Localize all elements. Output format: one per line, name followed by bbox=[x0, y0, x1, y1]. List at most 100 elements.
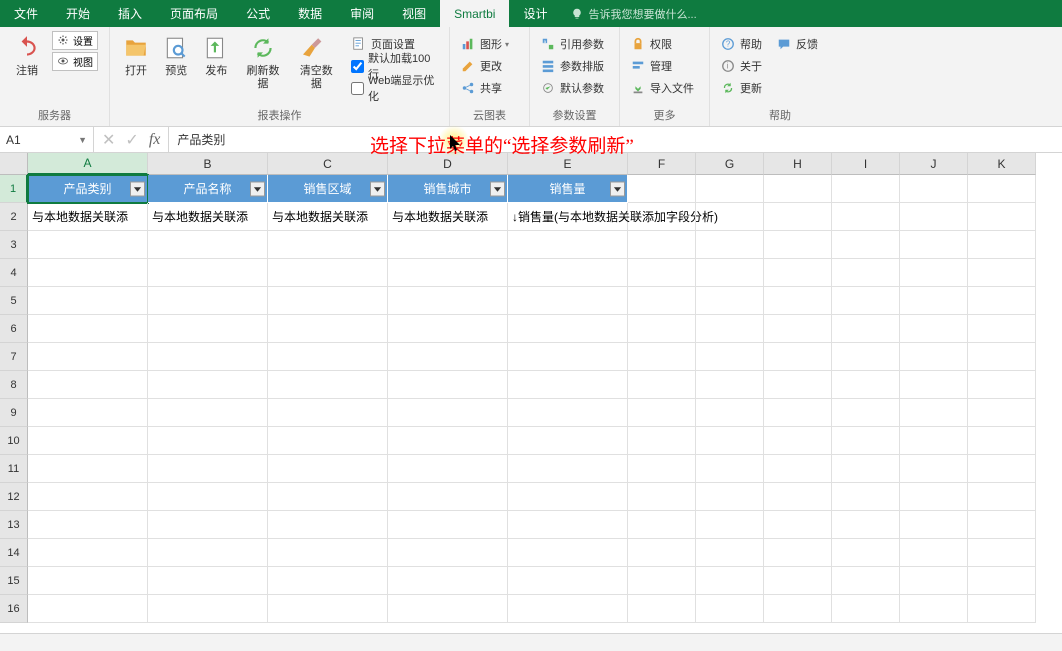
cell-B15[interactable] bbox=[148, 567, 268, 595]
cell-D1[interactable]: 销售城市 bbox=[388, 175, 508, 203]
cell-F5[interactable] bbox=[628, 287, 696, 315]
cell-H13[interactable] bbox=[764, 511, 832, 539]
cell-K3[interactable] bbox=[968, 231, 1036, 259]
cell-C2[interactable]: 与本地数据关联添 bbox=[268, 203, 388, 231]
cell-I14[interactable] bbox=[832, 539, 900, 567]
row-header-5[interactable]: 5 bbox=[0, 287, 28, 315]
cell-F14[interactable] bbox=[628, 539, 696, 567]
cell-G11[interactable] bbox=[696, 455, 764, 483]
cell-I8[interactable] bbox=[832, 371, 900, 399]
cell-K6[interactable] bbox=[968, 315, 1036, 343]
cell-B7[interactable] bbox=[148, 343, 268, 371]
col-header-E[interactable]: E bbox=[508, 153, 628, 175]
cell-C9[interactable] bbox=[268, 399, 388, 427]
ref-param-button[interactable]: a引用参数 bbox=[536, 33, 608, 55]
cell-B1[interactable]: 产品名称 bbox=[148, 175, 268, 203]
preview-button[interactable]: 预览 bbox=[156, 31, 196, 105]
tab-smartbi[interactable]: Smartbi bbox=[440, 0, 509, 27]
cell-K16[interactable] bbox=[968, 595, 1036, 623]
cell-I16[interactable] bbox=[832, 595, 900, 623]
cell-A16[interactable] bbox=[28, 595, 148, 623]
cell-B11[interactable] bbox=[148, 455, 268, 483]
cell-B2[interactable]: 与本地数据关联添 bbox=[148, 203, 268, 231]
cell-G16[interactable] bbox=[696, 595, 764, 623]
cell-J10[interactable] bbox=[900, 427, 968, 455]
cell-E8[interactable] bbox=[508, 371, 628, 399]
settings-button[interactable]: 设置 bbox=[52, 31, 98, 50]
param-layout-button[interactable]: 参数排版 bbox=[536, 55, 608, 77]
cell-G4[interactable] bbox=[696, 259, 764, 287]
cell-D4[interactable] bbox=[388, 259, 508, 287]
tab-review[interactable]: 审阅 bbox=[336, 0, 388, 27]
view-button[interactable]: 视图 bbox=[52, 52, 98, 71]
cell-J6[interactable] bbox=[900, 315, 968, 343]
cell-A3[interactable] bbox=[28, 231, 148, 259]
cell-D15[interactable] bbox=[388, 567, 508, 595]
cell-K9[interactable] bbox=[968, 399, 1036, 427]
cell-I11[interactable] bbox=[832, 455, 900, 483]
cell-G5[interactable] bbox=[696, 287, 764, 315]
cell-J5[interactable] bbox=[900, 287, 968, 315]
col-header-A[interactable]: A bbox=[28, 153, 148, 175]
cell-D14[interactable] bbox=[388, 539, 508, 567]
manage-button[interactable]: 管理 bbox=[626, 55, 698, 77]
cell-F9[interactable] bbox=[628, 399, 696, 427]
cell-E3[interactable] bbox=[508, 231, 628, 259]
cell-B14[interactable] bbox=[148, 539, 268, 567]
row-header-14[interactable]: 14 bbox=[0, 539, 28, 567]
cell-K13[interactable] bbox=[968, 511, 1036, 539]
cell-G10[interactable] bbox=[696, 427, 764, 455]
col-header-F[interactable]: F bbox=[628, 153, 696, 175]
col-header-C[interactable]: C bbox=[268, 153, 388, 175]
cell-H2[interactable] bbox=[764, 203, 832, 231]
cell-K11[interactable] bbox=[968, 455, 1036, 483]
tab-design[interactable]: 设计 bbox=[509, 0, 561, 27]
row-header-15[interactable]: 15 bbox=[0, 567, 28, 595]
cell-F12[interactable] bbox=[628, 483, 696, 511]
cell-H14[interactable] bbox=[764, 539, 832, 567]
cell-B16[interactable] bbox=[148, 595, 268, 623]
cell-K10[interactable] bbox=[968, 427, 1036, 455]
row-header-13[interactable]: 13 bbox=[0, 511, 28, 539]
cell-C1[interactable]: 销售区域 bbox=[268, 175, 388, 203]
cell-D13[interactable] bbox=[388, 511, 508, 539]
cell-G1[interactable] bbox=[696, 175, 764, 203]
cell-K2[interactable] bbox=[968, 203, 1036, 231]
cell-G14[interactable] bbox=[696, 539, 764, 567]
cell-F11[interactable] bbox=[628, 455, 696, 483]
row-header-4[interactable]: 4 bbox=[0, 259, 28, 287]
edit-button[interactable]: 更改 bbox=[456, 55, 513, 77]
cell-C11[interactable] bbox=[268, 455, 388, 483]
cell-H11[interactable] bbox=[764, 455, 832, 483]
cell-C7[interactable] bbox=[268, 343, 388, 371]
web-optimize-toggle[interactable]: Web端显示优化 bbox=[347, 77, 443, 99]
cell-G6[interactable] bbox=[696, 315, 764, 343]
cell-K12[interactable] bbox=[968, 483, 1036, 511]
cell-I13[interactable] bbox=[832, 511, 900, 539]
cell-D11[interactable] bbox=[388, 455, 508, 483]
col-header-B[interactable]: B bbox=[148, 153, 268, 175]
cell-G7[interactable] bbox=[696, 343, 764, 371]
row-header-8[interactable]: 8 bbox=[0, 371, 28, 399]
cell-G2[interactable] bbox=[696, 203, 764, 231]
filter-dropdown-icon[interactable] bbox=[370, 181, 385, 196]
row-header-12[interactable]: 12 bbox=[0, 483, 28, 511]
filter-dropdown-icon[interactable] bbox=[610, 181, 625, 196]
row-header-10[interactable]: 10 bbox=[0, 427, 28, 455]
cell-E5[interactable] bbox=[508, 287, 628, 315]
filter-dropdown-icon[interactable] bbox=[250, 181, 265, 196]
cell-B12[interactable] bbox=[148, 483, 268, 511]
cell-A10[interactable] bbox=[28, 427, 148, 455]
row-header-3[interactable]: 3 bbox=[0, 231, 28, 259]
cell-D10[interactable] bbox=[388, 427, 508, 455]
cell-C6[interactable] bbox=[268, 315, 388, 343]
cell-F16[interactable] bbox=[628, 595, 696, 623]
name-box[interactable]: A1▼ bbox=[0, 127, 94, 152]
cell-J12[interactable] bbox=[900, 483, 968, 511]
cell-K8[interactable] bbox=[968, 371, 1036, 399]
row-header-6[interactable]: 6 bbox=[0, 315, 28, 343]
select-all-corner[interactable] bbox=[0, 153, 28, 175]
cell-B13[interactable] bbox=[148, 511, 268, 539]
help-button[interactable]: ?帮助 bbox=[716, 33, 766, 55]
row-header-1[interactable]: 1 bbox=[0, 175, 28, 203]
